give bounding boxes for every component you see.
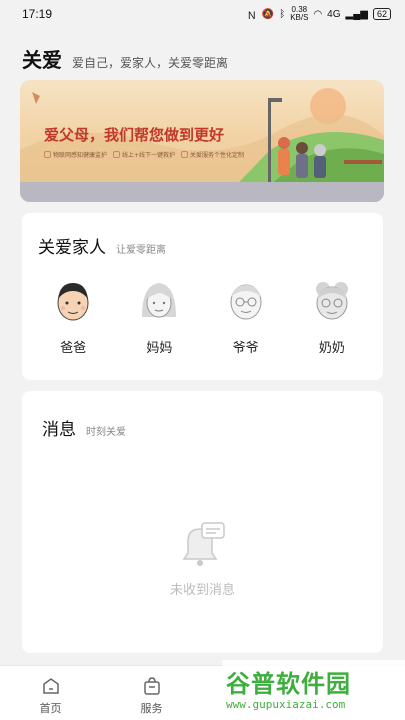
banner-tag: 线上+线下一键救护 [113,150,175,159]
signal-icon: ▂▄▆ [345,8,368,20]
tab-service[interactable]: 服务 [101,666,202,720]
battery-icon: 62 [372,8,391,20]
member-mother[interactable]: 妈妈 [124,279,194,356]
banner-tag: 物联网感知健康监护 [44,150,107,159]
mother-avatar-icon [142,283,177,318]
member-grandmother[interactable]: 奶奶 [297,279,367,356]
messages-card: 消息 时刻关爱 未收到消息 [22,391,383,653]
family-card: 关爱家人 让爱零距离 爸爸 妈妈 爷爷 奶奶 [22,213,383,380]
nfc-icon: Ｎ [246,10,257,22]
page-header: 关爱 爱自己，爱家人，关爱零距离 [22,44,228,73]
mute-icon: 🔕 [261,8,275,20]
status-icons: Ｎ 🔕 ᛒ 0.38 KB/S ◠ 4G ▂▄▆ 62 [247,6,391,22]
family-subtitle: 让爱零距离 [116,245,166,256]
father-avatar-icon [57,283,89,321]
grandmother-avatar-icon [315,282,348,320]
watermark-text: 谷普软件园 [226,670,351,698]
messages-title: 消息 [42,420,76,440]
status-time: 17:19 [22,7,53,21]
site-watermark: 谷普软件园 www.gupuxiazai.com [222,660,405,720]
banner-tags: 物联网感知健康监护 线上+线下一键救护 关爱服务个性化定制 [44,150,244,159]
family-members: 爸爸 妈妈 爷爷 奶奶 [22,279,383,356]
messages-subtitle: 时刻关爱 [86,427,126,438]
banner-tag: 关爱服务个性化定制 [181,150,244,159]
watermark-url: www.gupuxiazai.com [226,698,346,711]
messages-header: 消息 时刻关爱 [42,415,126,440]
page-title: 关爱 [22,48,62,72]
member-name: 爷爷 [232,341,259,356]
tag-icon [181,151,189,158]
banner-headline: 爱父母，我们帮您做到更好 [44,126,225,144]
bell-message-icon [182,522,225,566]
banner-tag-label: 关爱服务个性化定制 [190,152,245,159]
bluetooth-icon: ᛒ [279,8,286,20]
signal-label: 4G [327,8,341,20]
net-speed-unit: KB/S [290,13,309,22]
member-name: 奶奶 [318,341,345,356]
wifi-icon: ◠ [313,8,323,20]
member-grandfather[interactable]: 爷爷 [211,279,281,356]
page-subtitle: 爱自己，爱家人，关爱零距离 [72,56,229,70]
banner-tag-label: 物联网感知健康监护 [53,152,108,159]
empty-messages-text: 未收到消息 [169,583,235,598]
promo-banner[interactable]: 爱父母，我们帮您做到更好 物联网感知健康监护 线上+线下一键救护 关爱服务个性化… [20,80,384,202]
family-title: 关爱家人 [38,238,106,258]
tab-home[interactable]: 首页 [0,666,101,720]
member-father[interactable]: 爸爸 [38,279,108,356]
tab-home-label: 首页 [39,702,62,715]
service-bag-icon [143,677,160,695]
banner-tag-label: 线上+线下一键救护 [122,152,176,159]
home-icon [42,678,59,694]
member-name: 妈妈 [146,341,173,356]
member-name: 爸爸 [60,341,87,356]
tag-icon [113,151,121,158]
grandfather-avatar-icon [230,284,262,320]
net-speed: 0.38 KB/S [290,6,308,22]
status-bar: 17:19 Ｎ 🔕 ᛒ 0.38 KB/S ◠ 4G ▂▄▆ 62 [0,0,405,28]
tab-service-label: 服务 [140,702,163,715]
family-card-header: 关爱家人 让爱零距离 [38,233,166,258]
tag-icon [44,151,51,158]
